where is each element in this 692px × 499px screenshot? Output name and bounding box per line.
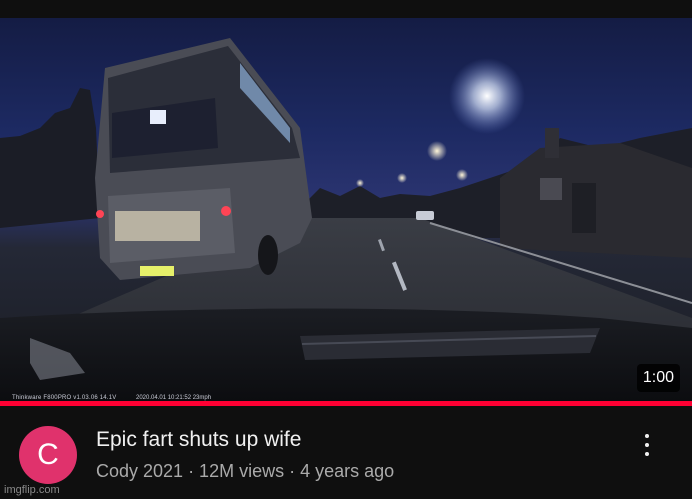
video-thumbnail[interactable]: Thinkware F800PRO v1.03.06 14.1V 2020.04… [0, 18, 692, 401]
top-bar [0, 0, 692, 18]
more-vertical-icon [645, 443, 649, 447]
video-metadata: Cody 2021 · 12M views · 4 years ago [96, 461, 395, 481]
more-vertical-icon [645, 434, 649, 438]
dashcam-scene-image [0, 38, 692, 401]
youtube-video-card: Thinkware F800PRO v1.03.06 14.1V 2020.04… [0, 0, 692, 499]
bus [95, 38, 312, 280]
video-meta-row[interactable]: C Epic fart shuts up wife Cody 2021 · 12… [0, 406, 692, 499]
channel-avatar[interactable]: C [19, 426, 77, 484]
imgflip-watermark: imgflip.com [4, 484, 60, 496]
video-title[interactable]: Epic fart shuts up wife [96, 428, 301, 452]
more-options-button[interactable] [632, 430, 662, 460]
more-vertical-icon [645, 452, 649, 456]
duration-badge: 1:00 [636, 364, 680, 392]
